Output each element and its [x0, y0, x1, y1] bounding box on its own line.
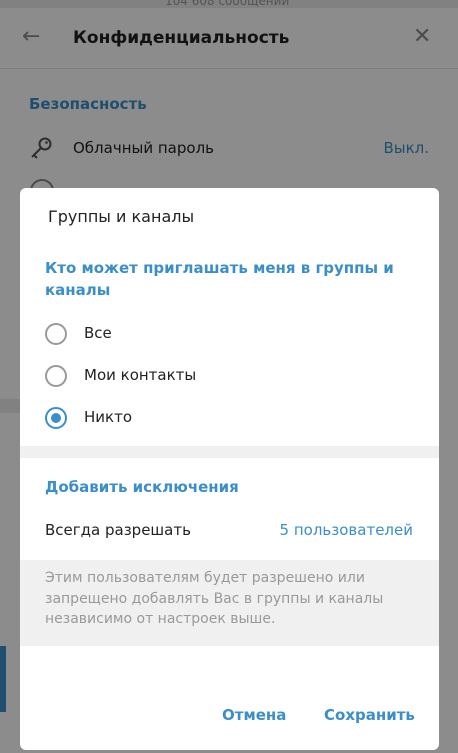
always-allow-count: 5 пользователей — [279, 521, 413, 539]
dialog-title: Группы и каналы — [48, 207, 195, 226]
save-button[interactable]: Сохранить — [324, 706, 415, 724]
radio-button-icon[interactable] — [45, 323, 67, 345]
radio-button-selected-icon[interactable] — [45, 407, 67, 429]
exceptions-note: Этим пользователям будет разрешено или з… — [45, 570, 384, 627]
cancel-button[interactable]: Отмена — [222, 706, 286, 724]
invite-question: Кто может приглашать меня в группы и кан… — [45, 259, 394, 299]
radio-option-my-contacts[interactable]: Мои контакты — [45, 362, 405, 390]
section-divider — [20, 446, 439, 458]
groups-channels-dialog: Группы и каналы Кто может приглашать мен… — [20, 188, 439, 750]
radio-label: Все — [84, 324, 112, 342]
radio-label: Мои контакты — [84, 366, 197, 384]
radio-option-nobody[interactable]: Никто — [45, 404, 405, 432]
radio-option-everyone[interactable]: Все — [45, 320, 405, 348]
exceptions-note-box: Этим пользователям будет разрешено или з… — [20, 560, 439, 646]
radio-button-icon[interactable] — [45, 365, 67, 387]
exceptions-title: Добавить исключения — [45, 478, 239, 496]
radio-label: Никто — [84, 408, 133, 426]
radio-dot-icon — [51, 413, 61, 423]
always-allow-label: Всегда разрешать — [45, 521, 191, 539]
always-allow-row[interactable]: Всегда разрешать 5 пользователей — [20, 512, 439, 552]
